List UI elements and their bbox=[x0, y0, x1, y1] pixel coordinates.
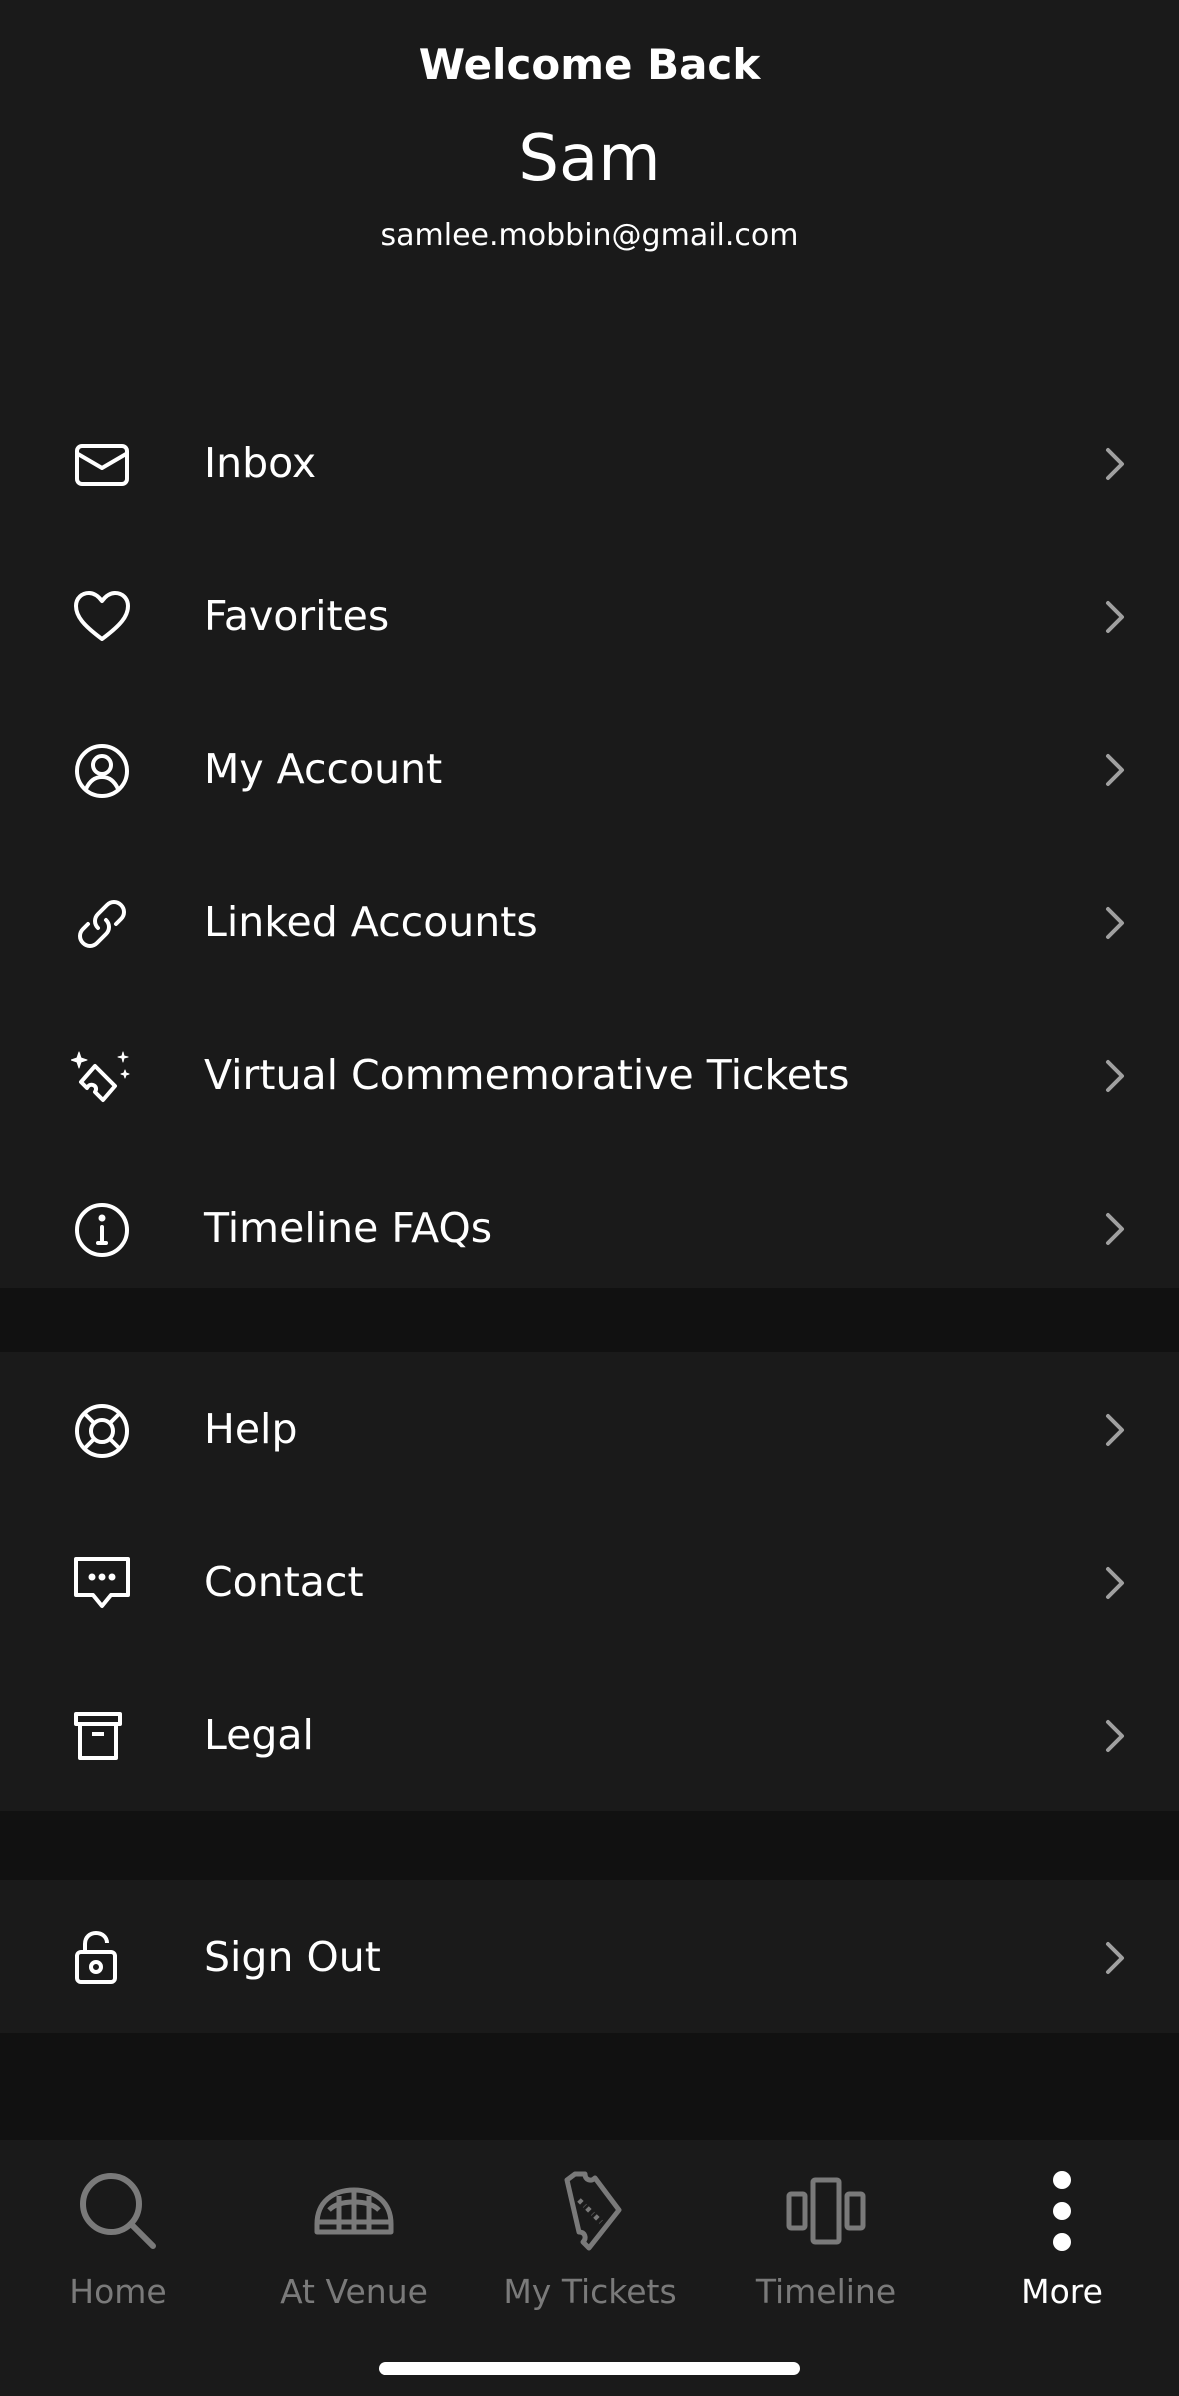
envelope-icon bbox=[71, 434, 133, 496]
chevron-right-icon bbox=[1100, 1209, 1130, 1249]
bottom-tab-bar: Home At Venue My Tickets Timeline More bbox=[0, 2140, 1179, 2396]
tab-timeline[interactable]: Timeline bbox=[708, 2166, 944, 2336]
profile-header: Welcome Back Sam samlee.mobbin@gmail.com bbox=[0, 0, 1179, 386]
support-menu-section: Help Contact Legal bbox=[0, 1352, 1179, 1811]
chevron-right-icon bbox=[1100, 597, 1130, 637]
user-circle-icon bbox=[71, 740, 133, 802]
user-email: samlee.mobbin@gmail.com bbox=[380, 218, 799, 253]
menu-item-favorites[interactable]: Favorites bbox=[0, 539, 1179, 692]
chevron-right-icon bbox=[1100, 1410, 1130, 1450]
chat-bubble-icon bbox=[71, 1553, 133, 1615]
menu-item-timeline-faqs[interactable]: Timeline FAQs bbox=[0, 1151, 1179, 1304]
tab-label: Timeline bbox=[755, 2272, 897, 2311]
menu-item-label: Favorites bbox=[204, 592, 390, 640]
link-icon bbox=[71, 893, 133, 955]
chevron-right-icon bbox=[1100, 1056, 1130, 1096]
tab-label: My Tickets bbox=[503, 2272, 677, 2311]
user-name: Sam bbox=[518, 122, 661, 196]
tab-more[interactable]: More bbox=[944, 2166, 1179, 2336]
menu-item-inbox[interactable]: Inbox bbox=[0, 386, 1179, 539]
menu-item-label: Inbox bbox=[204, 439, 317, 487]
chevron-right-icon bbox=[1100, 903, 1130, 943]
chevron-right-icon bbox=[1100, 1938, 1130, 1978]
timeline-icon bbox=[781, 2166, 871, 2256]
welcome-heading: Welcome Back bbox=[418, 40, 761, 89]
primary-menu-section: Inbox Favorites My Account Linked Accoun… bbox=[0, 386, 1179, 1288]
menu-item-label: Contact bbox=[204, 1558, 364, 1606]
menu-item-contact[interactable]: Contact bbox=[0, 1505, 1179, 1658]
chevron-right-icon bbox=[1100, 1563, 1130, 1603]
sparkle-ticket-icon bbox=[71, 1046, 133, 1108]
menu-item-label: Virtual Commemorative Tickets bbox=[204, 1051, 850, 1099]
menu-item-label: Linked Accounts bbox=[204, 898, 538, 946]
menu-item-virtual-commemorative-tickets[interactable]: Virtual Commemorative Tickets bbox=[0, 998, 1179, 1151]
more-screen: Welcome Back Sam samlee.mobbin@gmail.com… bbox=[0, 0, 1179, 2396]
tab-my-tickets[interactable]: My Tickets bbox=[472, 2166, 708, 2336]
info-icon bbox=[71, 1199, 133, 1261]
menu-item-my-account[interactable]: My Account bbox=[0, 692, 1179, 845]
unlock-icon bbox=[71, 1928, 133, 1990]
menu-item-label: Sign Out bbox=[204, 1933, 381, 1981]
menu-item-label: Help bbox=[204, 1405, 298, 1453]
tab-label: At Venue bbox=[280, 2272, 428, 2311]
ticket-icon bbox=[545, 2166, 635, 2256]
menu-item-legal[interactable]: Legal bbox=[0, 1658, 1179, 1811]
heart-icon bbox=[71, 587, 133, 649]
chevron-right-icon bbox=[1100, 1716, 1130, 1756]
search-icon bbox=[73, 2166, 163, 2256]
tab-at-venue[interactable]: At Venue bbox=[236, 2166, 472, 2336]
tab-label: Home bbox=[69, 2272, 167, 2311]
stadium-icon bbox=[309, 2166, 399, 2256]
menu-item-label: Legal bbox=[204, 1711, 314, 1759]
lifebuoy-icon bbox=[71, 1400, 133, 1462]
menu-item-label: My Account bbox=[204, 745, 443, 793]
more-vertical-icon bbox=[1017, 2166, 1107, 2256]
tab-home[interactable]: Home bbox=[0, 2166, 236, 2336]
chevron-right-icon bbox=[1100, 444, 1130, 484]
menu-item-label: Timeline FAQs bbox=[204, 1204, 493, 1252]
archive-box-icon bbox=[71, 1706, 133, 1768]
account-menu-section: Sign Out bbox=[0, 1880, 1179, 2033]
menu-item-sign-out[interactable]: Sign Out bbox=[0, 1880, 1179, 2033]
tab-label: More bbox=[1021, 2272, 1103, 2311]
home-indicator bbox=[379, 2362, 800, 2375]
menu-item-linked-accounts[interactable]: Linked Accounts bbox=[0, 845, 1179, 998]
chevron-right-icon bbox=[1100, 750, 1130, 790]
menu-item-help[interactable]: Help bbox=[0, 1352, 1179, 1505]
